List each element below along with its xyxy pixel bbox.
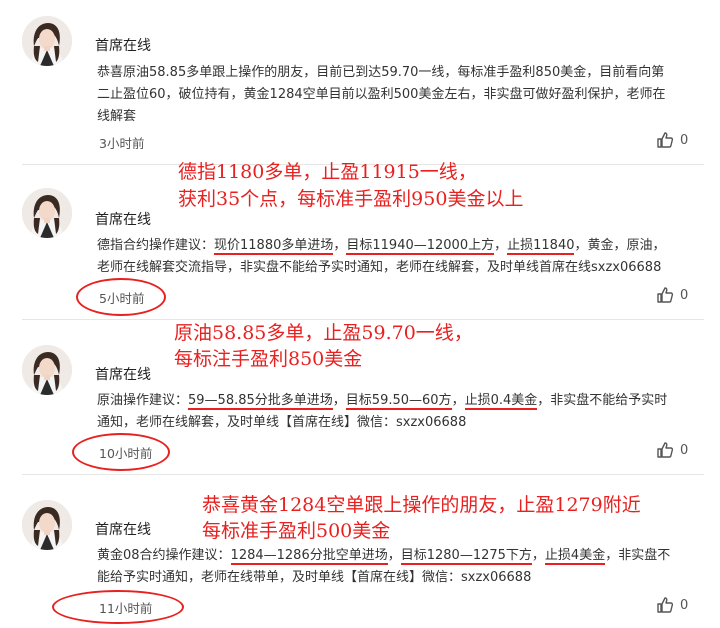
post-text: 德指合约操作建议：现价11880多单进场，目标11940—12000上方，止损1…	[97, 238, 666, 275]
thumbs-up-icon	[656, 596, 674, 614]
avatar[interactable]	[22, 345, 72, 395]
post-text: 黄金08合约操作建议：1284—1286分批空单进场，目标1280—1275下方…	[97, 548, 671, 585]
like-button[interactable]: 0	[656, 131, 688, 149]
thumbs-up-icon	[656, 131, 674, 149]
like-button[interactable]: 0	[656, 286, 688, 304]
like-count: 0	[680, 442, 689, 458]
avatar[interactable]	[22, 16, 72, 66]
underline-mark: 止损0.4美金	[464, 393, 538, 410]
like-count: 0	[680, 597, 689, 613]
underline-mark: 1284—1286分批空单进场	[230, 548, 388, 565]
like-button[interactable]: 0	[656, 441, 688, 459]
annotation: 原油58.85多单，止盈59.70一线， 每标注手盈利850美金	[174, 322, 473, 370]
underline-mark: 目标11940—12000上方	[346, 238, 495, 255]
underline-mark: 目标59.50—60方	[345, 393, 452, 410]
post-text: 恭喜原油58.85多单跟上操作的朋友，目前已到达59.70一线，每标准手盈利85…	[97, 65, 666, 124]
author-name[interactable]: 首席在线	[95, 35, 151, 55]
underline-mark: 现价11880多单进场	[214, 238, 334, 255]
like-count: 0	[680, 287, 689, 303]
avatar[interactable]	[22, 188, 72, 238]
post-text: 原油操作建议：59—58.85分批多单进场，目标59.50—60方，止损0.4美…	[97, 393, 668, 430]
divider	[22, 474, 704, 475]
underline-mark: 目标1280—1275下方	[400, 548, 532, 565]
annotation: 德指1180多单，止盈11915一线， 获利35个点，每标准手盈利950美金以上	[178, 161, 524, 210]
annotation: 恭喜黄金1284空单跟上操作的朋友，止盈1279附近 每标准手盈利500美金	[202, 494, 641, 542]
thumbs-up-icon	[656, 286, 674, 304]
author-name[interactable]: 首席在线	[95, 209, 151, 229]
post-time: 3小时前	[99, 136, 145, 151]
author-name[interactable]: 首席在线	[95, 519, 151, 539]
like-count: 0	[680, 132, 689, 148]
divider	[22, 319, 704, 320]
author-name[interactable]: 首席在线	[95, 364, 151, 384]
underline-mark: 止损4美金	[544, 548, 606, 565]
avatar[interactable]	[22, 500, 72, 550]
underline-mark: 止损11840	[507, 238, 575, 255]
post-time: 11小时前	[99, 601, 153, 616]
post-time: 10小时前	[99, 446, 153, 461]
post-time: 5小时前	[99, 291, 145, 306]
thumbs-up-icon	[656, 441, 674, 459]
underline-mark: 59—58.85分批多单进场	[188, 393, 333, 410]
like-button[interactable]: 0	[656, 596, 688, 614]
